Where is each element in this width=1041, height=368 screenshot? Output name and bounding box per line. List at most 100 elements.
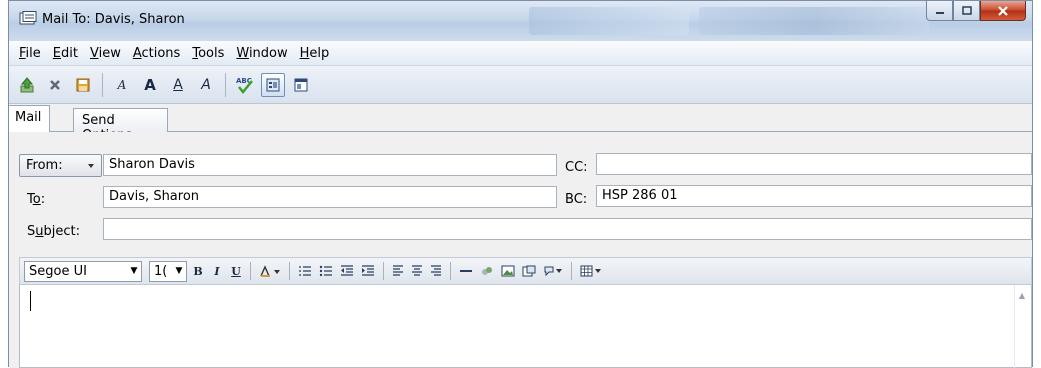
minimize-button[interactable] xyxy=(926,1,953,21)
insert-table-button[interactable] xyxy=(578,261,604,281)
menu-file[interactable]: File xyxy=(13,46,47,61)
window-controls xyxy=(926,1,1026,23)
numbered-list-button[interactable] xyxy=(296,261,314,281)
background-blur xyxy=(529,7,689,35)
format-italic-button[interactable]: I xyxy=(209,261,225,281)
format-bold-button[interactable]: B xyxy=(190,261,206,281)
font-size-button[interactable]: A xyxy=(110,73,134,97)
address-book-icon xyxy=(266,78,280,91)
horizontal-line-button[interactable] xyxy=(457,261,475,281)
increase-indent-button[interactable] xyxy=(359,261,377,281)
subject-field[interactable] xyxy=(103,218,1032,240)
format-separator xyxy=(450,262,451,280)
insert-symbol-button[interactable] xyxy=(541,261,565,281)
cc-label: CC: xyxy=(565,160,588,175)
message-body-editor[interactable]: ▲ xyxy=(19,285,1032,368)
menu-bar: File Edit View Actions Tools Window Help xyxy=(9,41,1032,66)
insert-link-button[interactable] xyxy=(478,261,496,281)
to-label: To: xyxy=(27,192,46,207)
send-icon xyxy=(20,76,34,92)
menu-edit[interactable]: Edit xyxy=(47,46,84,61)
save-icon xyxy=(76,78,90,91)
bold-icon: B xyxy=(193,264,203,278)
subject-label: Subject: xyxy=(27,224,81,239)
italic-button[interactable]: A xyxy=(194,73,218,97)
decrease-indent-button[interactable] xyxy=(338,261,356,281)
save-draft-button[interactable] xyxy=(71,73,95,97)
align-right-button[interactable] xyxy=(428,261,444,281)
format-separator xyxy=(250,262,251,280)
insert-object-button[interactable] xyxy=(520,261,538,281)
bc-field[interactable]: HSP 286 01 xyxy=(596,185,1032,207)
scroll-up-icon[interactable]: ▲ xyxy=(1019,291,1025,300)
increase-indent-icon xyxy=(362,265,374,276)
underline-icon: A xyxy=(173,76,183,93)
to-field[interactable]: Davis, Sharon xyxy=(103,186,557,208)
underline-icon: U xyxy=(231,264,241,278)
spell-check-button[interactable]: ABC xyxy=(233,73,257,97)
cc-field[interactable] xyxy=(596,153,1032,175)
delete-icon xyxy=(50,79,60,90)
align-right-icon xyxy=(431,265,441,276)
mail-window: Mail To: Davis, Sharon File Edit View Ac… xyxy=(8,0,1033,368)
format-separator xyxy=(289,262,290,280)
font-size-select[interactable]: 1( ▼ xyxy=(149,260,187,282)
format-separator xyxy=(571,262,572,280)
window-title: Mail To: Davis, Sharon xyxy=(42,12,185,27)
tab-mail[interactable]: Mail xyxy=(9,105,51,133)
chevron-down-icon: ▼ xyxy=(130,266,138,276)
stamp-icon xyxy=(544,266,562,277)
menu-view[interactable]: View xyxy=(84,46,127,61)
text-caret xyxy=(30,291,31,311)
text-color-icon xyxy=(260,265,280,277)
format-toolbar: Segoe UI ▼ 1( ▼ B I U xyxy=(19,257,1032,285)
cancel-button[interactable] xyxy=(43,73,67,97)
font-name-select[interactable]: Segoe UI ▼ xyxy=(24,260,142,282)
chevron-down-icon xyxy=(88,163,94,168)
maximize-icon xyxy=(961,6,972,15)
toolbar-separator xyxy=(102,72,103,97)
align-left-button[interactable] xyxy=(390,261,406,281)
menu-tools[interactable]: Tools xyxy=(186,46,230,61)
bold-icon: A xyxy=(144,75,156,94)
bold-button[interactable]: A xyxy=(138,73,162,97)
insert-image-button[interactable] xyxy=(499,261,517,281)
close-button[interactable] xyxy=(980,1,1026,21)
address-book-button[interactable] xyxy=(261,72,285,97)
maximize-button[interactable] xyxy=(953,1,980,21)
link-icon xyxy=(482,267,492,275)
bulleted-list-button[interactable] xyxy=(317,261,335,281)
tab-mail-label: Mail xyxy=(15,110,42,125)
menu-help[interactable]: Help xyxy=(294,46,336,61)
bulleted-list-icon xyxy=(319,265,332,277)
vertical-scrollbar[interactable]: ▲ xyxy=(1014,285,1031,368)
mail-window-icon xyxy=(19,11,37,25)
from-dropdown[interactable]: From: xyxy=(19,154,102,177)
format-separator xyxy=(383,262,384,280)
image-icon xyxy=(501,265,515,277)
object-icon xyxy=(522,265,536,277)
format-underline-button[interactable]: U xyxy=(228,261,244,281)
title-bar[interactable]: Mail To: Davis, Sharon xyxy=(9,1,1032,41)
align-center-button[interactable] xyxy=(409,261,425,281)
chevron-down-icon: ▼ xyxy=(175,266,183,276)
from-field[interactable]: Sharon Davis xyxy=(103,154,557,176)
text-color-button[interactable] xyxy=(257,261,283,281)
tab-strip: Mail Send Options xyxy=(9,104,1032,143)
numbered-list-icon xyxy=(299,266,311,276)
font-name-value: Segoe UI xyxy=(29,263,87,279)
bc-label: BC: xyxy=(565,192,588,207)
font-size-value: 1( xyxy=(154,263,168,279)
menu-actions[interactable]: Actions xyxy=(127,46,187,61)
italic-icon: A xyxy=(201,76,211,93)
underline-button[interactable]: A xyxy=(166,73,190,97)
send-button[interactable] xyxy=(15,73,39,97)
toolbar-separator xyxy=(225,72,226,97)
close-icon xyxy=(998,5,1008,16)
from-label: From: xyxy=(26,158,63,173)
horizontal-line-icon xyxy=(460,270,472,272)
tab-send-options[interactable]: Send Options xyxy=(73,108,168,143)
compose-area: From: Sharon Davis CC: To: Davis, Sharon… xyxy=(9,132,1032,368)
menu-window[interactable]: Window xyxy=(230,46,293,61)
view-button[interactable] xyxy=(289,73,313,97)
